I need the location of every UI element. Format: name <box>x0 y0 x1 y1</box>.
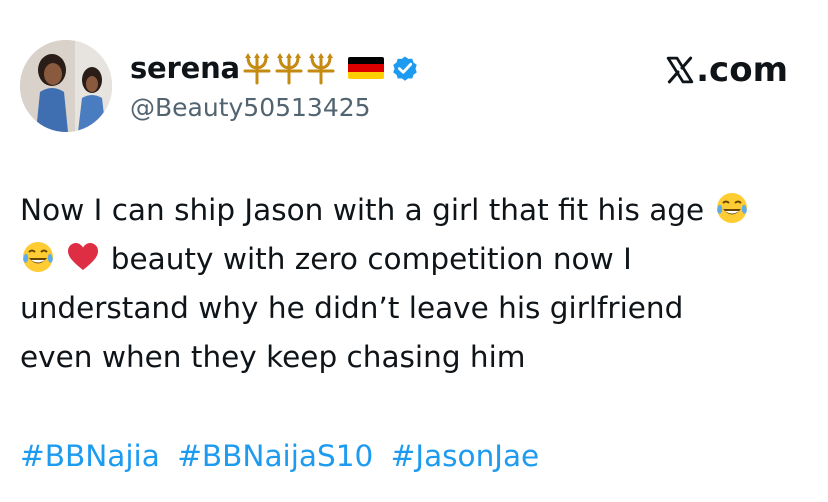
tweet-line-text: even when they keep chasing him <box>20 340 526 374</box>
tweet-line: Now I can ship Jason with a girl that fi… <box>20 186 810 235</box>
avatar-photo <box>20 40 112 132</box>
face-with-tears-of-joy-icon <box>716 193 747 223</box>
tweet-line: beauty with zero competition now I <box>20 235 810 284</box>
author-display-name[interactable]: serena <box>130 51 240 85</box>
trident-emblem-icon <box>307 53 335 85</box>
tweet-text: Now I can ship Jason with a girl that fi… <box>20 186 810 382</box>
hashtag-link[interactable]: #JasonJae <box>391 439 540 473</box>
tweet-line: even when they keep chasing him <box>20 333 810 382</box>
x-brand-logo[interactable]: .com <box>665 50 788 90</box>
tweet-line: understand why he didn’t leave his girlf… <box>20 284 810 333</box>
author-name-row[interactable]: serena <box>130 48 420 88</box>
x-logo-icon <box>666 56 694 84</box>
hashtag-link[interactable]: #BBNaijaS10 <box>177 439 373 473</box>
germany-flag-icon <box>347 57 384 79</box>
trident-emblem-icon <box>275 53 303 85</box>
author-handle[interactable]: @Beauty50513425 <box>130 93 371 122</box>
tweet-line-text: understand why he didn’t leave his girlf… <box>20 291 684 325</box>
name-emoji-group <box>242 51 338 85</box>
red-heart-icon <box>68 243 99 270</box>
avatar[interactable] <box>20 40 112 132</box>
face-with-tears-of-joy-icon <box>23 242 53 272</box>
tweet-line-text: Now I can ship Jason with a girl that fi… <box>20 193 705 227</box>
brand-domain-label: .com <box>696 50 788 90</box>
tweet-line-text: beauty with zero competition now I <box>110 242 632 276</box>
hashtag-link[interactable]: #BBNajia <box>20 439 160 473</box>
verified-badge-icon <box>393 56 417 81</box>
trident-emblem-icon <box>243 53 271 85</box>
hashtag-list: #BBNajia #BBNaijaS10 #JasonJae <box>20 432 547 481</box>
